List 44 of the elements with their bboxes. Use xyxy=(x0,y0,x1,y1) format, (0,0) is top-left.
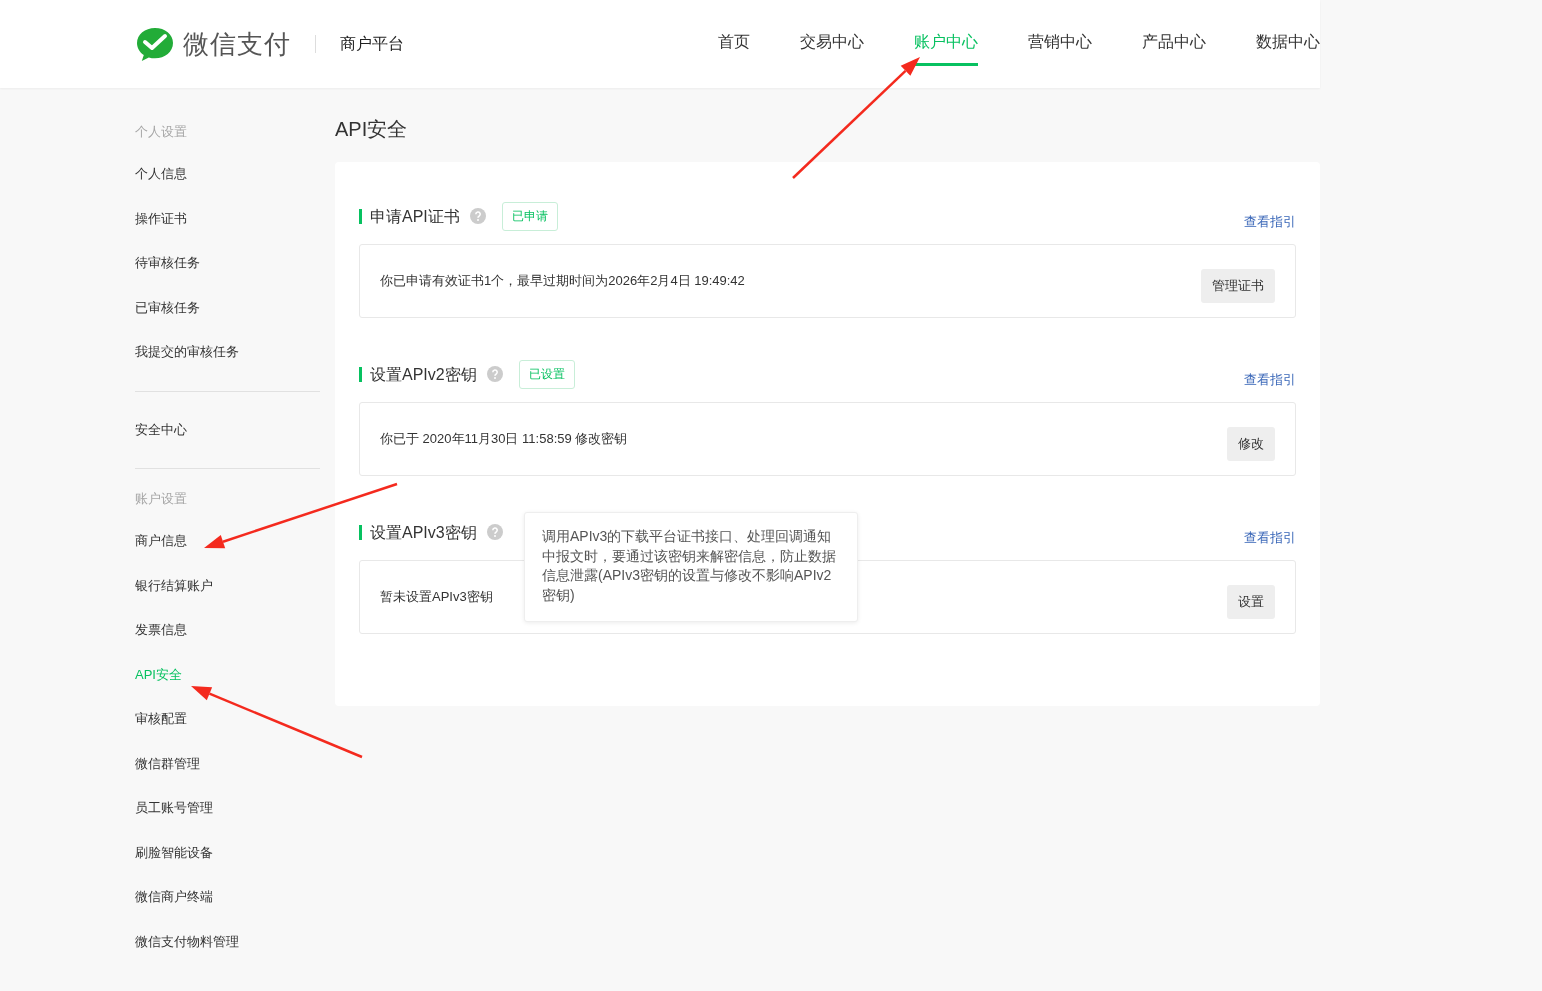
sidebar-item[interactable]: 刷脸智能设备 xyxy=(135,830,213,875)
sidebar-item[interactable]: 员工账号管理 xyxy=(135,786,213,831)
action-button[interactable]: 管理证书 xyxy=(1201,269,1275,303)
sidebar-item[interactable]: 发票信息 xyxy=(135,608,187,653)
status-text: 你已申请有效证书1个，最早过期时间为2026年2月4日 19:49:42 xyxy=(380,272,745,290)
status-text: 暂未设置APIv3密钥 xyxy=(380,588,493,606)
section-title: 设置APIv3密钥 xyxy=(359,524,477,540)
help-icon[interactable] xyxy=(486,366,503,382)
nav-tab[interactable]: 产品中心 xyxy=(1142,32,1206,63)
help-icon[interactable] xyxy=(486,524,503,540)
section-title: 申请API证书 xyxy=(359,208,460,224)
status-badge: 已设置 xyxy=(518,359,575,389)
sidebar-item[interactable]: 个人信息 xyxy=(135,152,187,197)
platform-name: 商户平台 xyxy=(340,33,404,54)
action-button[interactable]: 修改 xyxy=(1227,427,1275,461)
action-button[interactable]: 设置 xyxy=(1227,585,1275,619)
sidebar-item[interactable]: 微信群管理 xyxy=(135,741,200,786)
tooltip: 调用APIv3的下载平台证书接口、处理回调通知中报文时，要通过该密钥来解密信息，防止数据信息泄露(APIv3密钥的设置与修改不影响APIv2密钥) xyxy=(524,512,858,622)
sidebar-item[interactable]: 微信支付物料管理 xyxy=(135,919,239,964)
sidebar-item[interactable]: 我提交的审核任务 xyxy=(135,330,239,375)
logo-icon xyxy=(135,26,175,62)
guide-link[interactable]: 查看指引 xyxy=(1244,213,1296,231)
nav-tab[interactable]: 营销中心 xyxy=(1028,32,1092,63)
page-title: API安全 xyxy=(335,117,408,141)
sidebar-group-title: 个人设置 xyxy=(135,123,188,141)
sidebar-item[interactable]: 安全中心 xyxy=(135,407,187,452)
sidebar-item[interactable]: 商户信息 xyxy=(135,519,187,564)
help-icon[interactable] xyxy=(469,208,486,224)
nav-tab[interactable]: 首页 xyxy=(718,32,750,63)
sidebar-item[interactable]: 银行结算账户 xyxy=(135,563,213,608)
sidebar-item[interactable]: 待审核任务 xyxy=(135,241,200,286)
nav-tab[interactable]: 交易中心 xyxy=(800,32,864,63)
nav-tab[interactable]: 数据中心 xyxy=(1256,32,1320,63)
section-title: 设置APIv2密钥 xyxy=(359,366,477,382)
brand-name: 微信支付 xyxy=(183,27,291,61)
status-badge: 已申请 xyxy=(501,201,558,231)
guide-link[interactable]: 查看指引 xyxy=(1244,371,1296,389)
sidebar-item[interactable]: 已审核任务 xyxy=(135,285,200,330)
status-text: 你已于 2020年11月30日 11:58:59 修改密钥 xyxy=(380,430,628,448)
sidebar-item[interactable]: 操作证书 xyxy=(135,196,187,241)
sidebar-group-title: 账户设置 xyxy=(135,490,188,508)
sidebar-item[interactable]: 微信商户终端 xyxy=(135,875,213,920)
guide-link[interactable]: 查看指引 xyxy=(1244,529,1296,547)
sidebar-item[interactable]: 审核配置 xyxy=(135,697,187,742)
